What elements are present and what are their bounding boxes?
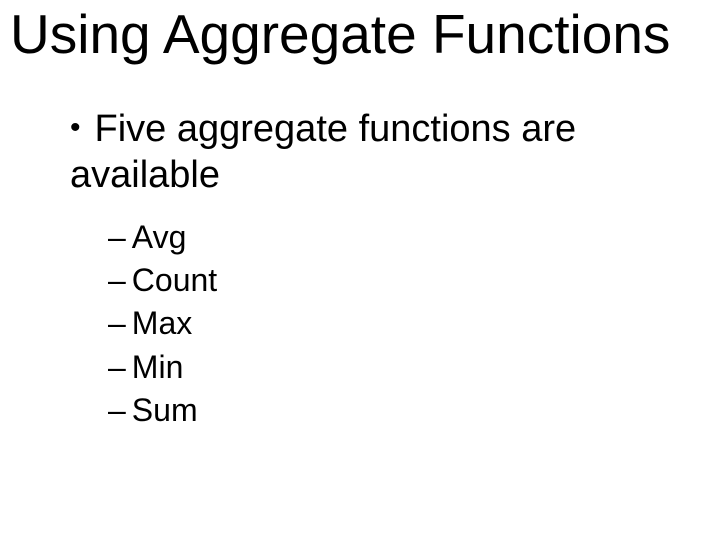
sub-item-label: Max bbox=[132, 305, 192, 341]
list-item: –Sum bbox=[108, 389, 217, 432]
list-item: –Avg bbox=[108, 216, 217, 259]
dash-icon: – bbox=[108, 216, 126, 259]
dash-icon: – bbox=[108, 259, 126, 302]
sub-item-label: Avg bbox=[132, 219, 187, 255]
sub-item-label: Sum bbox=[132, 392, 198, 428]
bullet-level-2: –Avg –Count –Max –Min –Sum bbox=[108, 216, 217, 432]
bullet-text-line1: Five aggregate functions are bbox=[95, 106, 577, 152]
list-item: –Count bbox=[108, 259, 217, 302]
bullet-text-line2: available bbox=[70, 154, 220, 196]
bullet-level-1: • Five aggregate functions are available bbox=[70, 106, 576, 199]
dash-icon: – bbox=[108, 389, 126, 432]
dash-icon: – bbox=[108, 346, 126, 389]
bullet-dot-icon: • bbox=[70, 113, 81, 143]
dash-icon: – bbox=[108, 302, 126, 345]
slide-title: Using Aggregate Functions bbox=[10, 2, 670, 66]
sub-item-label: Count bbox=[132, 262, 217, 298]
slide: Using Aggregate Functions • Five aggregat… bbox=[0, 0, 720, 540]
list-item: –Max bbox=[108, 302, 217, 345]
sub-item-label: Min bbox=[132, 349, 184, 385]
list-item: –Min bbox=[108, 346, 217, 389]
